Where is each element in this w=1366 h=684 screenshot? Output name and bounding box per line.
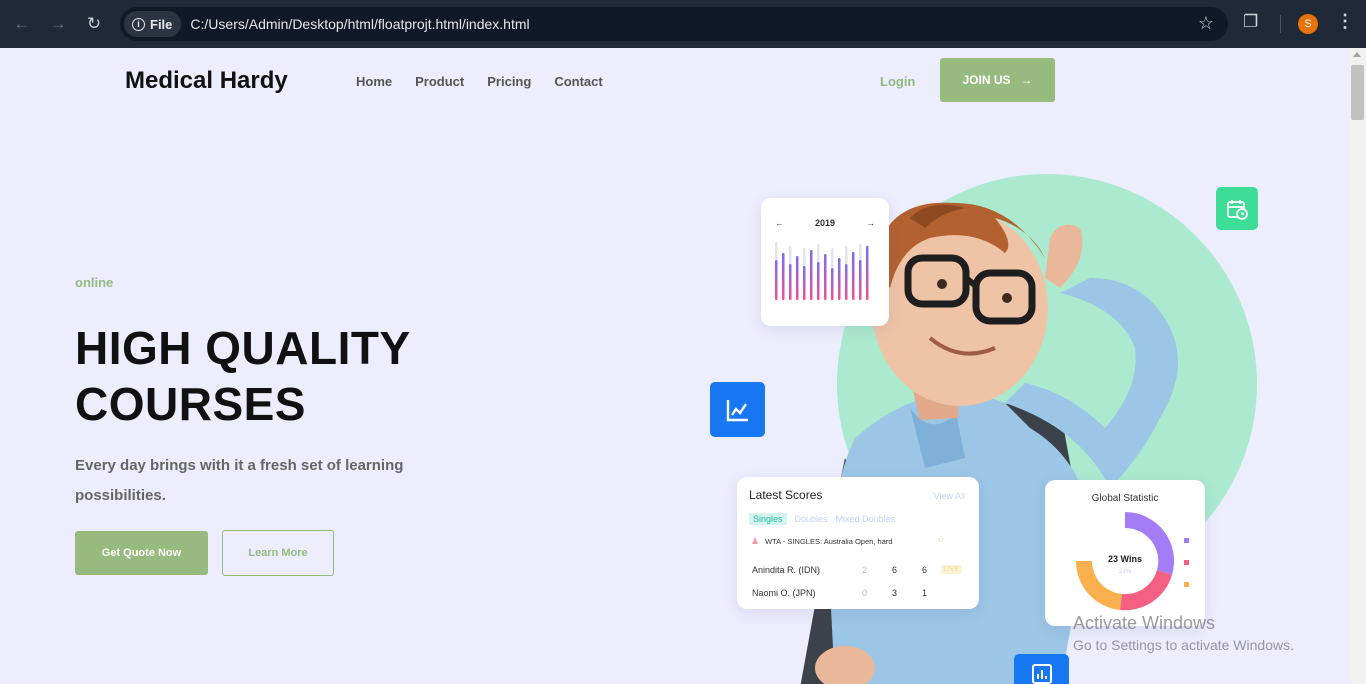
arrow-right-icon: → <box>1020 73 1033 87</box>
calendar-clock-icon <box>1227 199 1248 220</box>
nav-link-pricing[interactable]: Pricing <box>487 74 531 89</box>
profile-avatar[interactable]: S <box>1298 14 1318 34</box>
site-info-chip[interactable]: i File <box>124 11 182 37</box>
web-page: Medical Hardy Home Product Pricing Conta… <box>0 48 1349 684</box>
hero-subtitle: Every day brings with it a fresh set of … <box>75 457 404 504</box>
info-icon: i <box>132 17 145 31</box>
browser-toolbar: ← → ↻ i File C:/Users/Admin/Desktop/html… <box>0 0 1366 48</box>
menu-kebab-icon[interactable]: ⋮ <box>1336 11 1354 32</box>
page-scrollbar[interactable] <box>1349 48 1366 684</box>
bookmark-star-icon[interactable]: ☆ <box>1198 13 1214 34</box>
legend-dot-pink <box>1184 560 1189 565</box>
nav-link-contact[interactable]: Contact <box>554 74 602 89</box>
line-chart-icon <box>726 399 748 421</box>
main-menu: Home Product Pricing Contact <box>356 74 603 89</box>
site-info-label: File <box>150 16 173 32</box>
watermark-line-2: Go to Settings to activate Windows. <box>1073 637 1294 653</box>
windows-activation-watermark: Activate Windows Go to Settings to activ… <box>1073 613 1294 653</box>
tab-doubles[interactable]: Doubles <box>795 513 828 525</box>
url-text[interactable]: C:/Users/Admin/Desktop/html/floatprojt.h… <box>190 16 529 32</box>
mini-bar-chart <box>775 242 869 300</box>
brand-logo[interactable]: Medical Hardy <box>125 67 288 95</box>
player-name: Anindita R. (IDN) <box>752 565 821 575</box>
scroll-up-arrow-icon[interactable] <box>1353 52 1361 57</box>
match-info: ♟ WTA - SINGLES: Australia Open, hard <box>751 536 893 547</box>
nav-link-home[interactable]: Home <box>356 74 392 89</box>
legend-dot-purple <box>1184 538 1189 543</box>
bar-chart-tile <box>1014 654 1069 684</box>
join-us-button[interactable]: JOIN US → <box>940 58 1055 102</box>
set-2-score: 3 <box>892 588 898 598</box>
scores-title: Latest Scores <box>749 488 823 502</box>
line-chart-tile <box>710 382 765 437</box>
toolbar-divider <box>1280 15 1281 33</box>
tab-mixed-doubles[interactable]: Mixed Doubles <box>836 513 896 525</box>
headline-line-2: COURSES <box>75 378 306 430</box>
set-3-score: 6 <box>922 565 928 575</box>
player-icon: ♟ <box>751 536 760 546</box>
back-icon[interactable]: ← <box>4 6 40 42</box>
learn-more-button[interactable]: Learn More <box>222 530 334 576</box>
donut-center-sub: 23% <box>1119 569 1132 575</box>
get-quote-button[interactable]: Get Quote Now <box>75 531 208 575</box>
match-label: WTA - SINGLES: Australia Open, hard <box>765 537 893 546</box>
yearly-chart-card: ← 2019 → <box>761 198 889 326</box>
extensions-icon[interactable]: ❐ <box>1243 12 1258 32</box>
login-link[interactable]: Login <box>880 74 915 89</box>
set-1-score: 2 <box>862 565 868 575</box>
scrollbar-thumb[interactable] <box>1351 65 1364 120</box>
join-us-label: JOIN US <box>962 73 1011 87</box>
donut-center-label: 23 Wins <box>1108 554 1142 564</box>
hero-eyebrow: online <box>75 275 114 290</box>
scores-tabs: Singles Doubles Mixed Doubles <box>749 513 895 525</box>
forward-icon[interactable]: → <box>40 6 76 42</box>
live-badge: LIVE <box>941 565 963 574</box>
legend-dot-orange <box>1184 582 1189 587</box>
reload-icon[interactable]: ↻ <box>76 6 112 42</box>
set-3-score: 1 <box>922 588 928 598</box>
hero-headline: HIGH QUALITY COURSES <box>75 320 411 432</box>
tab-singles[interactable]: Singles <box>749 513 787 525</box>
donut-chart: 23 Wins 23% <box>1075 511 1175 611</box>
set-2-score: 6 <box>892 565 898 575</box>
global-statistic-card: Global Statistic 23 Wins 23% <box>1045 480 1205 626</box>
nav-link-product[interactable]: Product <box>415 74 464 89</box>
headline-line-1: HIGH QUALITY <box>75 322 411 374</box>
view-all-link[interactable]: View All <box>934 491 965 501</box>
set-1-score: 0 <box>862 588 868 598</box>
bar-chart-icon <box>1031 664 1052 684</box>
player-name: Naomi O. (JPN) <box>752 588 816 598</box>
favorite-star-icon[interactable]: ☆ <box>937 534 945 545</box>
calendar-clock-tile <box>1216 187 1258 230</box>
watermark-line-1: Activate Windows <box>1073 613 1216 633</box>
latest-scores-card: Latest Scores View All Singles Doubles M… <box>737 477 979 609</box>
address-bar[interactable]: i File C:/Users/Admin/Desktop/html/float… <box>120 7 1228 41</box>
